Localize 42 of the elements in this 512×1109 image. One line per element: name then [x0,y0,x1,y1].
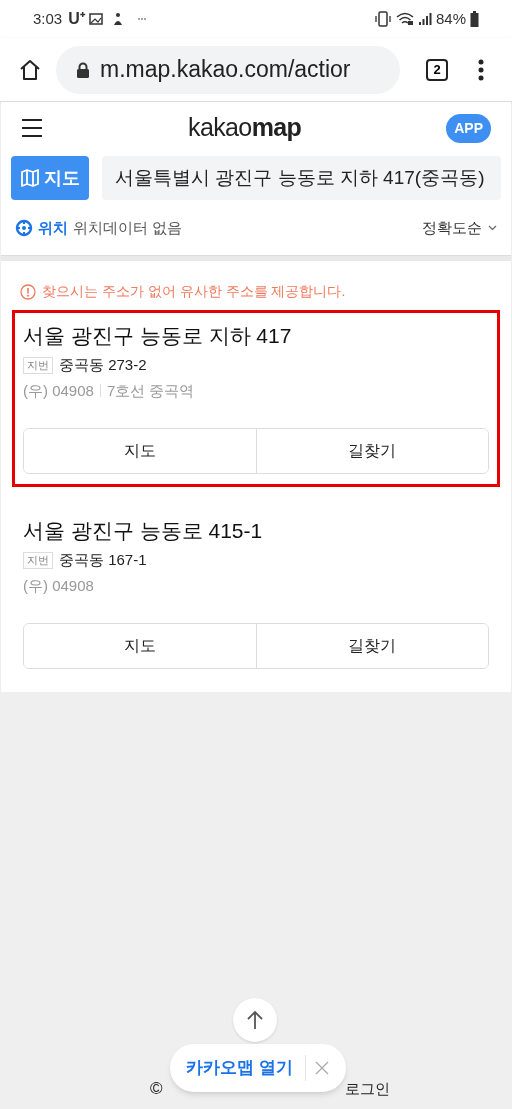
map-icon [20,169,39,187]
result-title[interactable]: 서울 광진구 능동로 415-1 [23,516,489,546]
copyright-text: © [150,1078,163,1100]
tab-count-button[interactable]: 2 [426,58,448,81]
signal-icon [417,12,432,26]
login-link[interactable]: 로그인 [345,1077,390,1100]
home-icon[interactable] [18,57,42,82]
vibrate-icon [373,11,392,27]
subway-station: 7호선 중곡역 [106,380,195,401]
menu-icon[interactable] [21,118,43,138]
url-text: m.map.kakao.com/actior [100,55,351,85]
alert-icon [20,283,36,300]
arrow-up-icon [246,1010,264,1030]
result-title[interactable]: 서울 광진구 능동로 지하 417 [23,321,489,351]
location-label[interactable]: 위치 [38,216,68,240]
wifi-icon [395,12,414,26]
address-bar[interactable]: m.map.kakao.com/actior [56,45,400,94]
carrier-label: U⁺ [68,9,85,29]
lot-address: 중곡동 273-2 [59,355,147,375]
notice-text: 찾으시는 주소가 없어 유사한 주소를 제공합니다. [42,282,346,301]
postal-code: (우) 04908 [23,380,94,401]
image-icon [88,13,103,25]
battery-level: 84% [435,8,466,29]
directions-button[interactable]: 길찾기 [255,624,488,668]
open-app-link[interactable]: 카카오맵 열기 [186,1055,306,1081]
lot-number-tag: 지번 [23,356,53,374]
search-field[interactable]: 서울특별시 광진구 능동로 지하 417(중곡동) [102,156,501,200]
scroll-top-button[interactable] [233,998,277,1042]
more-icon [136,17,147,21]
lot-number-tag: 지번 [23,551,53,569]
more-vertical-icon[interactable] [478,58,484,81]
battery-icon [470,11,479,27]
lot-address: 중곡동 167-1 [59,550,147,570]
chevron-down-icon [488,225,497,231]
sort-dropdown[interactable]: 정확도순 [422,216,497,240]
kakaomap-logo: kakaomap [188,112,302,144]
location-status: 위치데이터 없음 [73,217,183,238]
status-time: 3:03 [33,8,63,29]
lock-icon [76,61,90,78]
directions-button[interactable]: 길찾기 [255,429,488,473]
postal-code: (우) 04908 [23,575,94,596]
location-icon [15,219,33,237]
